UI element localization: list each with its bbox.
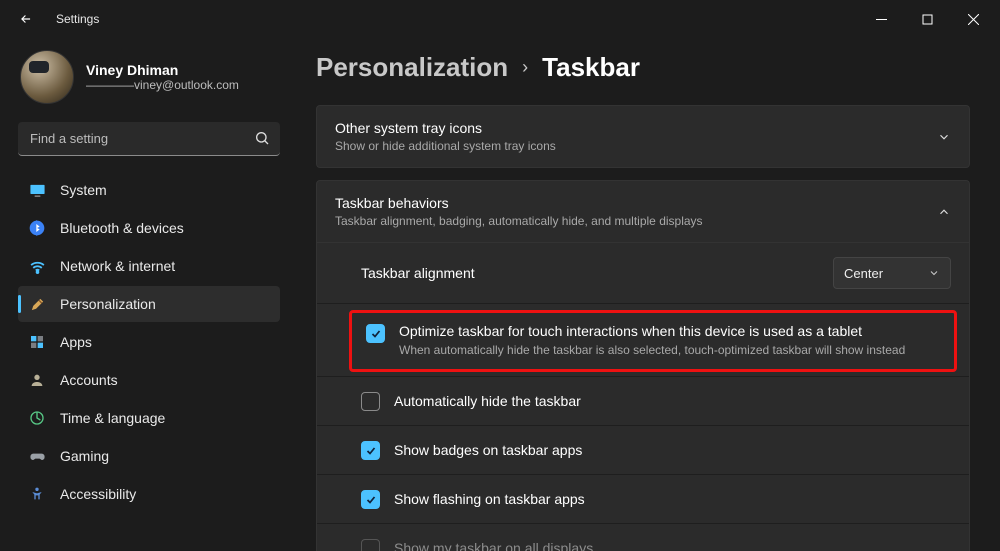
user-email: ————viney@outlook.com [86, 78, 239, 92]
paintbrush-icon [28, 295, 46, 313]
taskbar-alignment-dropdown[interactable]: Center [833, 257, 951, 289]
card-title: Taskbar behaviors [335, 195, 703, 211]
dropdown-value: Center [844, 266, 883, 281]
row-taskbar-alignment: Taskbar alignment Center [317, 243, 969, 303]
sidebar-item-network[interactable]: Network & internet [18, 248, 280, 284]
row-label: Taskbar alignment [361, 265, 475, 281]
checkbox-all-displays [361, 539, 380, 551]
checkbox-autohide[interactable] [361, 392, 380, 411]
sidebar-item-label: Accounts [60, 372, 118, 388]
chevron-down-icon [928, 267, 940, 279]
person-icon [28, 371, 46, 389]
sidebar-item-gaming[interactable]: Gaming [18, 438, 280, 474]
avatar [20, 50, 74, 104]
back-button[interactable] [14, 7, 38, 31]
checkbox-optimize-touch[interactable] [366, 324, 385, 343]
card-title: Other system tray icons [335, 120, 556, 136]
sidebar-item-label: System [60, 182, 107, 198]
taskbar-behaviors-body: Taskbar alignment Center Optimize taskba… [316, 243, 970, 551]
chevron-right-icon: › [522, 57, 528, 78]
card-subtitle: Taskbar alignment, badging, automaticall… [335, 214, 703, 228]
display-icon [28, 181, 46, 199]
sidebar: Viney Dhiman ————viney@outlook.com Syste… [0, 38, 292, 551]
checkbox-label: Automatically hide the taskbar [394, 393, 581, 409]
checkbox-show-flashing[interactable] [361, 490, 380, 509]
minimize-button[interactable] [858, 4, 904, 34]
checkbox-label: Show my taskbar on all displays [394, 540, 593, 551]
chevron-up-icon [937, 205, 951, 219]
search-icon [254, 130, 270, 146]
sidebar-item-label: Gaming [60, 448, 109, 464]
sidebar-item-personalization[interactable]: Personalization [18, 286, 280, 322]
bluetooth-icon [28, 219, 46, 237]
checkbox-show-badges[interactable] [361, 441, 380, 460]
sidebar-item-label: Apps [60, 334, 92, 350]
window-title: Settings [56, 12, 99, 26]
checkbox-subtitle: When automatically hide the taskbar is a… [399, 343, 905, 357]
sidebar-item-apps[interactable]: Apps [18, 324, 280, 360]
gamepad-icon [28, 447, 46, 465]
accessibility-icon [28, 485, 46, 503]
sidebar-item-label: Network & internet [60, 258, 175, 274]
page-title: Taskbar [542, 52, 640, 83]
user-name: Viney Dhiman [86, 62, 239, 78]
search-input[interactable] [18, 122, 280, 156]
breadcrumb-parent[interactable]: Personalization [316, 52, 508, 83]
sidebar-item-label: Bluetooth & devices [60, 220, 184, 236]
apps-icon [28, 333, 46, 351]
main-content: Personalization › Taskbar Other system t… [292, 38, 1000, 551]
highlight-box: Optimize taskbar for touch interactions … [349, 310, 957, 372]
sidebar-item-label: Time & language [60, 410, 165, 426]
user-profile[interactable]: Viney Dhiman ————viney@outlook.com [20, 50, 280, 104]
close-button[interactable] [950, 4, 996, 34]
sidebar-item-time-language[interactable]: Time & language [18, 400, 280, 436]
wifi-icon [28, 257, 46, 275]
sidebar-item-label: Personalization [60, 296, 156, 312]
sidebar-item-accessibility[interactable]: Accessibility [18, 476, 280, 512]
checkbox-label: Optimize taskbar for touch interactions … [399, 323, 905, 339]
card-subtitle: Show or hide additional system tray icon… [335, 139, 556, 153]
card-taskbar-behaviors[interactable]: Taskbar behaviors Taskbar alignment, bad… [316, 180, 970, 243]
breadcrumb: Personalization › Taskbar [316, 52, 970, 83]
sidebar-item-system[interactable]: System [18, 172, 280, 208]
checkbox-label: Show badges on taskbar apps [394, 442, 582, 458]
sidebar-item-bluetooth[interactable]: Bluetooth & devices [18, 210, 280, 246]
sidebar-item-accounts[interactable]: Accounts [18, 362, 280, 398]
sidebar-item-label: Accessibility [60, 486, 136, 502]
globe-clock-icon [28, 409, 46, 427]
card-other-tray-icons[interactable]: Other system tray icons Show or hide add… [316, 105, 970, 168]
checkbox-label: Show flashing on taskbar apps [394, 491, 585, 507]
chevron-down-icon [937, 130, 951, 144]
maximize-button[interactable] [904, 4, 950, 34]
